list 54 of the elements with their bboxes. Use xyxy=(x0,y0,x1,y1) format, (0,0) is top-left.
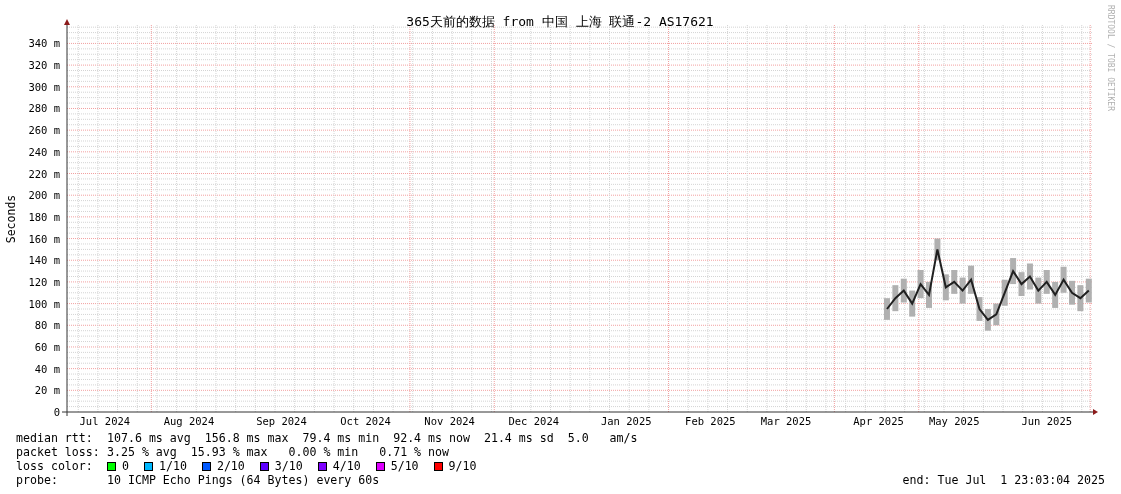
tick-label: 160 m xyxy=(28,232,60,245)
tick-label: Jun 2025 xyxy=(1021,415,1073,427)
tick-label: 340 m xyxy=(28,37,60,50)
legend-label: loss color: xyxy=(16,459,94,473)
legend-text: 3/10 xyxy=(274,459,303,473)
tick-label: 40 m xyxy=(34,362,60,375)
error-bar xyxy=(1069,280,1075,305)
axis-label: Seconds xyxy=(4,194,18,244)
tick-label: 240 m xyxy=(28,145,60,158)
error-bar xyxy=(942,274,949,301)
tick-label: Apr 2025 xyxy=(853,415,904,427)
legend-label: probe: xyxy=(16,473,59,487)
legend-text: 9/10 xyxy=(448,459,477,473)
chart-title: 365天前的数据 from 中国 上海 联通-2 AS17621 xyxy=(406,14,714,29)
tick-label: May 2025 xyxy=(928,415,980,427)
tick-label: 200 m xyxy=(28,189,60,202)
error-bar xyxy=(968,265,975,294)
legend-text: 4/10 xyxy=(332,459,361,473)
legend-text: 0 xyxy=(122,459,129,473)
legend-text: 2/10 xyxy=(216,459,245,473)
tick-label: 140 m xyxy=(28,254,60,267)
legend-label: packet loss: xyxy=(16,445,101,459)
tick-label: Nov 2024 xyxy=(424,415,475,427)
tick-label: 100 m xyxy=(28,297,60,310)
legend-text: 10 ICMP Echo Pings (64 Bytes) every 60s xyxy=(107,473,380,487)
tick-label: Feb 2025 xyxy=(685,415,736,427)
legend-text: 3.25 % avg 15.93 % max 0.00 % min 0.71 % now xyxy=(107,445,451,459)
tick-label: 80 m xyxy=(34,319,60,332)
legend-text: 1/10 xyxy=(159,459,187,473)
tick-label: Jan 2025 xyxy=(600,415,652,427)
tick-label: 120 m xyxy=(28,275,60,288)
tick-label: Oct 2024 xyxy=(340,415,391,427)
tick-label: Jul 2024 xyxy=(79,415,131,427)
tick-label: 180 m xyxy=(28,210,60,223)
tick-label: Mar 2025 xyxy=(760,415,812,427)
tick-label: Dec 2024 xyxy=(508,415,560,427)
tick-label: 320 m xyxy=(28,59,60,72)
tick-label: 220 m xyxy=(28,167,60,180)
tick-label: Sep 2024 xyxy=(256,415,307,427)
tick-label: 0 xyxy=(53,406,60,418)
error-bar xyxy=(883,298,890,320)
tick-label: 300 m xyxy=(28,80,60,93)
tick-label: Aug 2024 xyxy=(163,415,215,427)
end-time: end: Tue Jul 1 23:03:04 2025 xyxy=(902,473,1105,487)
legend-text: 5/10 xyxy=(390,459,419,473)
watermark-text: RRDTOOL / TOBI OETIKER xyxy=(1106,5,1115,111)
legend-text: 107.6 ms avg 156.8 ms max 79.4 ms min 92.4 ms now 21.4 ms sd 5.0 am/s xyxy=(107,431,639,445)
tick-label: 280 m xyxy=(28,102,60,115)
error-bar xyxy=(926,281,932,308)
tick-label: 60 m xyxy=(34,340,60,353)
error-bar xyxy=(934,238,941,261)
legend-label: median rtt: xyxy=(16,431,94,445)
tick-label: 20 m xyxy=(34,384,60,397)
tick-label: 260 m xyxy=(28,124,60,137)
